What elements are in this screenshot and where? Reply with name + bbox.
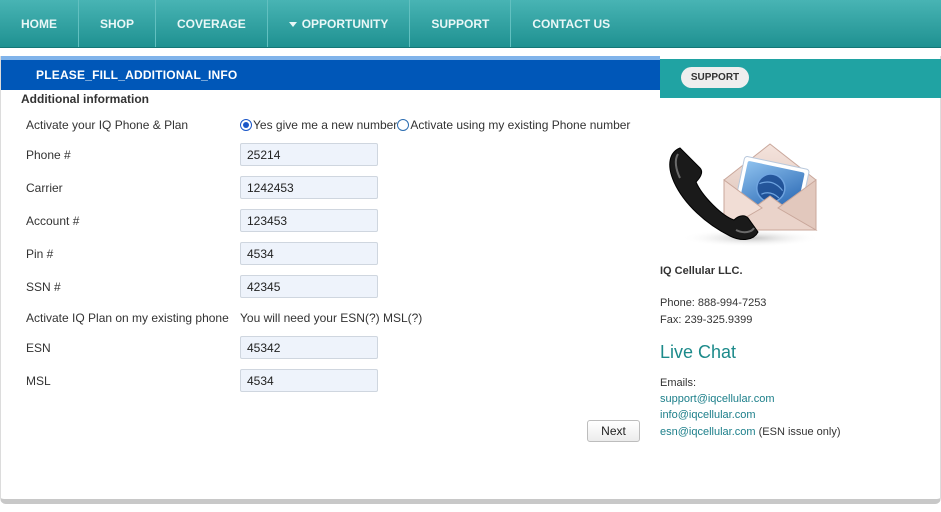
radio-existing-number-label[interactable]: Activate using my existing Phone number — [410, 118, 630, 132]
nav-opportunity-label: OPPORTUNITY — [301, 16, 389, 31]
nav-shop-label: SHOP — [100, 16, 135, 31]
esn-input[interactable] — [240, 336, 378, 359]
phone-label: Phone # — [26, 148, 71, 162]
nav-coverage[interactable]: COVERAGE — [156, 0, 268, 47]
page-title: PLEASE_FILL_ADDITIONAL_INFO — [36, 68, 238, 82]
ssn-input[interactable] — [240, 275, 378, 298]
contact-fax: Fax: 239-325.9399 — [660, 314, 753, 326]
pin-label: Pin # — [26, 247, 54, 261]
carrier-input[interactable] — [240, 176, 378, 199]
email-info-link[interactable]: info@iqcellular.com — [660, 409, 756, 421]
radio-new-number-label[interactable]: Yes give me a new number — [253, 118, 397, 132]
email-support-link[interactable]: support@iqcellular.com — [660, 393, 775, 405]
radio-new-number[interactable] — [240, 119, 252, 131]
main-content: PLEASE_FILL_ADDITIONAL_INFO SUPPORT Addi… — [0, 56, 941, 504]
pin-input[interactable] — [240, 242, 378, 265]
phone-envelope-icon — [669, 143, 821, 247]
caret-down-icon — [288, 21, 297, 27]
top-navigation: HOME SHOP COVERAGE OPPORTUNITY SUPPORT C… — [0, 0, 941, 48]
activation-radio-group: Yes give me a new number Activate using … — [240, 118, 630, 132]
nav-support[interactable]: SUPPORT — [410, 0, 512, 47]
esn-note: (ESN issue only) — [758, 426, 841, 438]
emails-label: Emails: — [660, 377, 697, 389]
nav-shop[interactable]: SHOP — [79, 0, 157, 47]
msl-input[interactable] — [240, 369, 378, 392]
section-heading: Additional information — [21, 92, 149, 106]
account-label: Account # — [26, 214, 80, 228]
email-esn-row: esn@iqcellular.com (ESN issue only) — [660, 426, 841, 438]
contact-phone: Phone: 888-994-7253 — [660, 297, 767, 309]
nav-home-label: HOME — [21, 16, 57, 31]
company-name: IQ Cellular LLC. — [660, 265, 743, 277]
nav-contact-us[interactable]: CONTACT US — [511, 0, 631, 47]
msl-label: MSL — [26, 374, 51, 388]
live-chat-link[interactable]: Live Chat — [660, 342, 736, 363]
esn-label: ESN — [26, 341, 51, 355]
activate-label: Activate your IQ Phone & Plan — [26, 118, 189, 132]
title-bar: PLEASE_FILL_ADDITIONAL_INFO — [1, 56, 660, 90]
email-esn-link[interactable]: esn@iqcellular.com — [660, 426, 756, 438]
phone-input[interactable] — [240, 143, 378, 166]
existing-phone-label: Activate IQ Plan on my existing phone — [26, 311, 229, 325]
carrier-label: Carrier — [26, 181, 63, 195]
support-button[interactable]: SUPPORT — [681, 67, 749, 88]
next-button[interactable]: Next — [587, 420, 640, 442]
radio-existing-number[interactable] — [397, 119, 410, 131]
esn-msl-hint: You will need your ESN(?) MSL(?) — [240, 311, 423, 325]
nav-opportunity[interactable]: OPPORTUNITY — [268, 0, 411, 47]
nav-support-label: SUPPORT — [431, 16, 490, 31]
nav-home[interactable]: HOME — [0, 0, 79, 47]
nav-contact-us-label: CONTACT US — [532, 16, 611, 31]
support-panel-header: SUPPORT — [660, 59, 941, 98]
ssn-label: SSN # — [26, 280, 61, 294]
nav-coverage-label: COVERAGE — [177, 16, 246, 31]
account-input[interactable] — [240, 209, 378, 232]
